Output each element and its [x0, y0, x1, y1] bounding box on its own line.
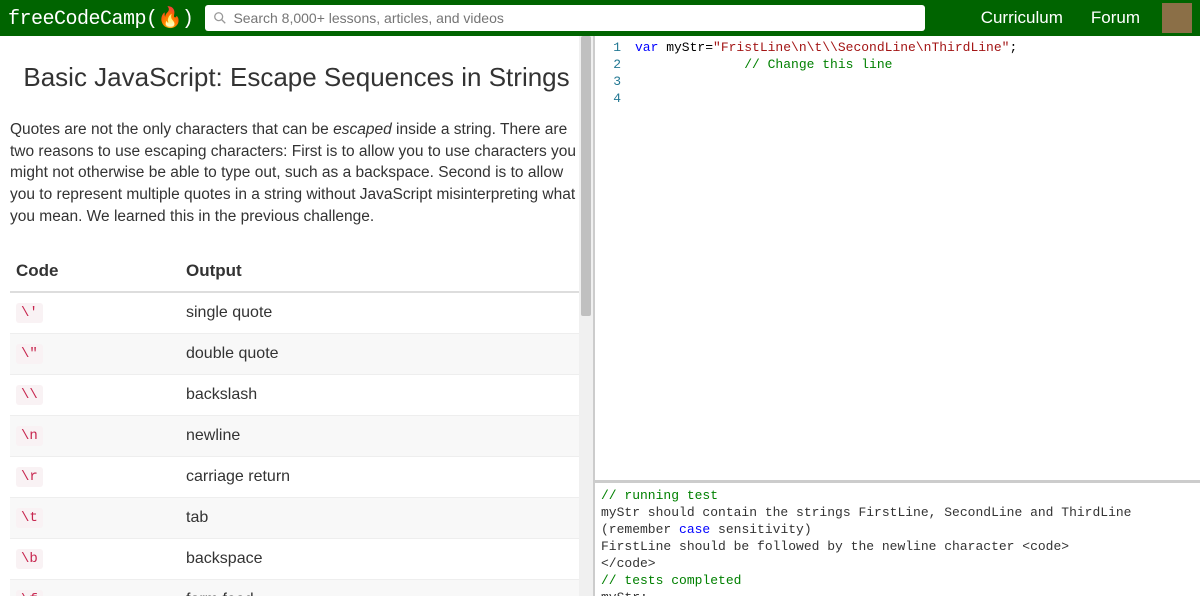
code-literal: \b: [16, 549, 43, 569]
output-text: carriage return: [180, 457, 583, 498]
nav: Curriculum Forum: [967, 3, 1192, 33]
table-row: \" double quote: [10, 334, 583, 375]
nav-forum[interactable]: Forum: [1091, 8, 1140, 28]
th-output: Output: [180, 251, 583, 292]
scrollbar-thumb[interactable]: [581, 36, 591, 316]
console-keyword: case: [679, 522, 710, 537]
table-row: \' single quote: [10, 292, 583, 334]
editor-gutter: 1234: [595, 39, 629, 107]
lesson-description: Quotes are not the only characters that …: [10, 119, 583, 227]
code-comment: // Change this line: [744, 57, 892, 72]
lesson-scrollbar[interactable]: [579, 36, 593, 596]
console-line: // tests completed: [601, 573, 741, 588]
search-icon: [213, 11, 227, 25]
code-literal: \\: [16, 385, 43, 405]
code-text: ;: [1009, 40, 1017, 55]
header: freeCodeCamp(🔥) Curriculum Forum: [0, 0, 1200, 36]
table-row: \b backspace: [10, 539, 583, 580]
table-row: \r carriage return: [10, 457, 583, 498]
nav-curriculum[interactable]: Curriculum: [981, 8, 1063, 28]
lesson-title: Basic JavaScript: Escape Sequences in St…: [10, 62, 583, 93]
code-literal: \": [16, 344, 43, 364]
console-output: // running test myStr should contain the…: [595, 480, 1200, 596]
line-number: 3: [595, 73, 621, 90]
table-row: \f form feed: [10, 580, 583, 596]
output-text: backspace: [180, 539, 583, 580]
console-line: </code>: [601, 555, 1194, 572]
output-text: double quote: [180, 334, 583, 375]
code-literal: \t: [16, 508, 43, 528]
console-line: myStr:: [601, 589, 1194, 596]
escape-table: Code Output \' single quote \" double quote…: [10, 251, 583, 596]
code-string: "FristLine\n\t\\SecondLine\nThirdLine": [713, 40, 1009, 55]
code-keyword: var: [635, 40, 658, 55]
line-number: 4: [595, 90, 621, 107]
desc-text: Quotes are not the only characters that …: [10, 121, 333, 138]
main: Basic JavaScript: Escape Sequences in St…: [0, 36, 1200, 596]
table-row: \\ backslash: [10, 375, 583, 416]
line-number: 1: [595, 39, 621, 56]
output-text: form feed: [180, 580, 583, 596]
table-row: \t tab: [10, 498, 583, 539]
search-input[interactable]: [233, 10, 917, 26]
editor-panel: 1234 var myStr="FristLine\n\t\\SecondLin…: [595, 36, 1200, 596]
output-text: tab: [180, 498, 583, 539]
code-literal: \': [16, 303, 43, 323]
code-literal: \f: [16, 590, 43, 596]
desc-em: escaped: [333, 121, 392, 138]
th-code: Code: [10, 251, 180, 292]
code-literal: \n: [16, 426, 43, 446]
code-editor[interactable]: 1234 var myStr="FristLine\n\t\\SecondLin…: [595, 36, 1200, 480]
console-line: // running test: [601, 488, 718, 503]
output-text: backslash: [180, 375, 583, 416]
search-box[interactable]: [205, 5, 925, 31]
output-text: single quote: [180, 292, 583, 334]
console-line: sensitivity): [710, 522, 811, 537]
code-literal: \r: [16, 467, 43, 487]
lesson-panel: Basic JavaScript: Escape Sequences in St…: [0, 36, 595, 596]
output-text: newline: [180, 416, 583, 457]
code-text: myStr=: [658, 40, 713, 55]
table-row: \n newline: [10, 416, 583, 457]
avatar[interactable]: [1162, 3, 1192, 33]
editor-code[interactable]: var myStr="FristLine\n\t\\SecondLine\nTh…: [635, 39, 1200, 73]
console-line: FirstLine should be followed by the newl…: [601, 538, 1194, 555]
logo[interactable]: freeCodeCamp(🔥): [8, 5, 193, 31]
line-number: 2: [595, 56, 621, 73]
